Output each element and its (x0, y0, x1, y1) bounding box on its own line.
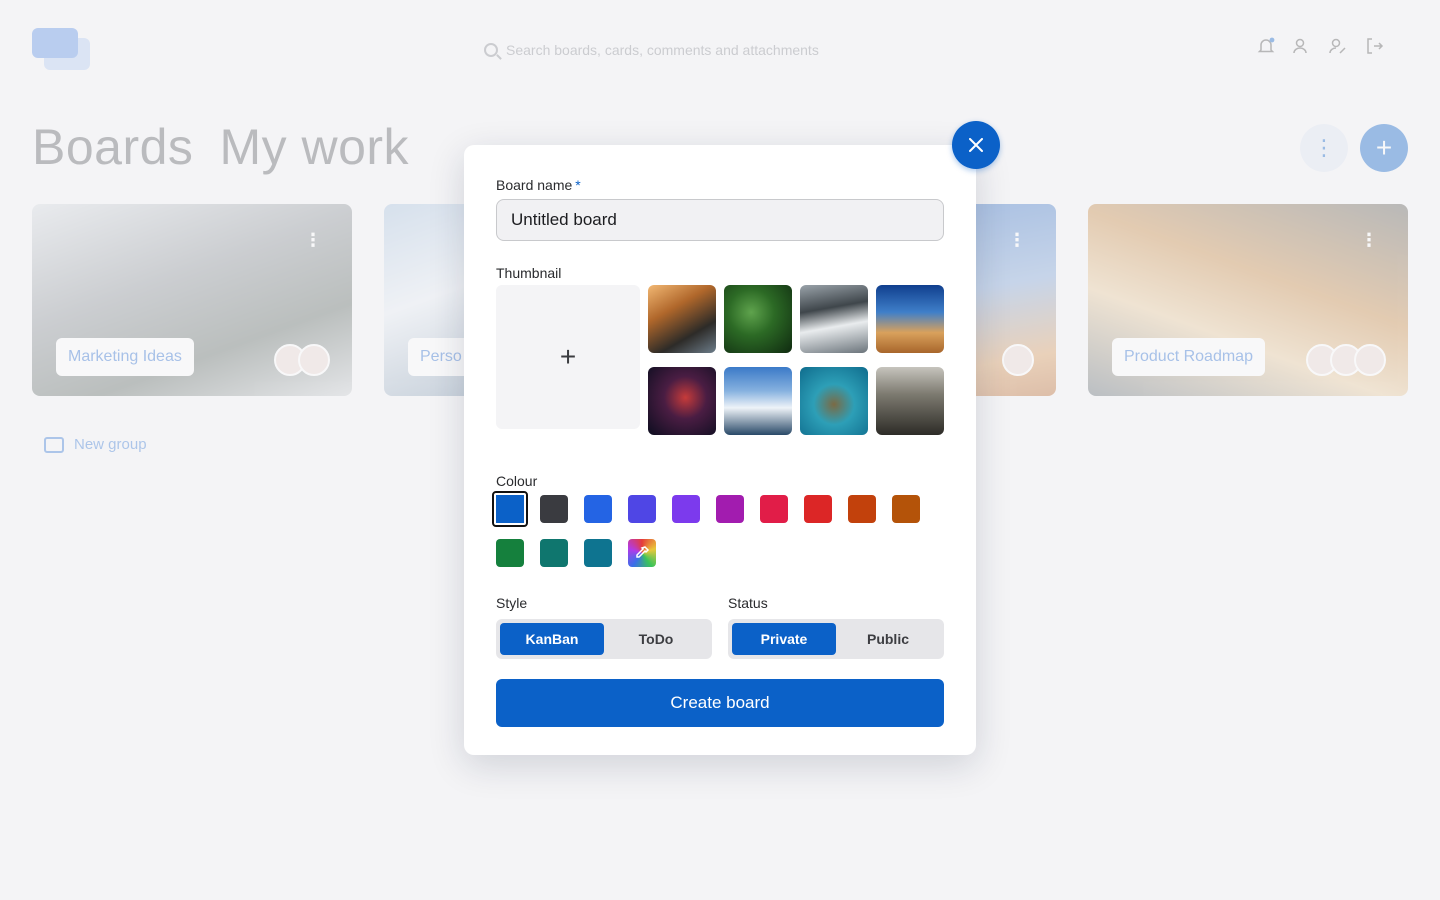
bell-icon[interactable] (1256, 36, 1276, 56)
style-label: Style (496, 595, 528, 611)
board-card-label: Product Roadmap (1112, 338, 1265, 376)
colour-swatch-amber[interactable] (892, 495, 920, 523)
new-group-label: New group (74, 436, 147, 453)
colour-swatch-orange[interactable] (848, 495, 876, 523)
upload-thumbnail-button[interactable]: + (496, 285, 640, 429)
style-kanban-option[interactable]: KanBan (500, 623, 604, 655)
member-avatars (1306, 344, 1386, 376)
logout-icon[interactable] (1364, 36, 1384, 56)
colour-swatch-red[interactable] (804, 495, 832, 523)
header-actions (1256, 36, 1384, 56)
avatar (1354, 344, 1386, 376)
colour-swatch-royal-blue[interactable] (584, 495, 612, 523)
tab-boards[interactable]: Boards (32, 118, 193, 176)
colour-swatch-rose[interactable] (760, 495, 788, 523)
colour-label: Colour (496, 473, 538, 489)
app-logo[interactable] (32, 28, 92, 72)
add-board-button[interactable]: + (1360, 124, 1408, 172)
thumbnail-label: Thumbnail (496, 265, 562, 281)
user-edit-icon[interactable] (1328, 36, 1348, 56)
folder-plus-icon (44, 436, 64, 453)
colour-swatch-cyan[interactable] (584, 539, 612, 567)
thumbnail-sea-cliffs[interactable] (648, 285, 716, 353)
colour-swatch-purple[interactable] (716, 495, 744, 523)
create-board-dialog: Board name* Thumbnail + Colour Style Kan… (464, 145, 976, 755)
create-board-button[interactable]: Create board (496, 679, 944, 727)
colour-swatch-green[interactable] (496, 539, 524, 567)
colour-swatch-blue[interactable] (492, 491, 528, 527)
thumbnail-mountain-clouds[interactable] (800, 285, 868, 353)
thumbnail-galaxy[interactable] (648, 367, 716, 435)
status-group: Status Private Public (728, 595, 944, 659)
options-row: Style KanBan ToDo Status Private Public (496, 595, 944, 659)
colour-swatches (492, 491, 936, 567)
thumbnail-picker: + (496, 285, 944, 435)
thumbnail-desert-dunes[interactable] (876, 285, 944, 353)
close-dialog-button[interactable] (952, 121, 1000, 169)
custom-colour-picker[interactable] (628, 539, 656, 567)
search-icon (484, 43, 498, 57)
status-private-option[interactable]: Private (732, 623, 836, 655)
thumbnail-misty-forest[interactable] (876, 367, 944, 435)
more-options-button[interactable]: ⋮ (1300, 124, 1348, 172)
status-public-option[interactable]: Public (836, 623, 940, 655)
board-card[interactable]: ⋮ Marketing Ideas (32, 204, 352, 396)
new-group-button[interactable]: New group (44, 436, 147, 453)
plus-icon: + (559, 341, 577, 372)
colour-swatch-teal[interactable] (540, 539, 568, 567)
avatar (298, 344, 330, 376)
global-search[interactable]: Search boards, cards, comments and attac… (470, 28, 970, 72)
close-icon (969, 138, 983, 152)
colour-swatch-violet[interactable] (672, 495, 700, 523)
style-todo-option[interactable]: ToDo (604, 623, 708, 655)
colour-swatch-indigo[interactable] (628, 495, 656, 523)
member-avatars (1002, 344, 1034, 376)
avatar (1002, 344, 1034, 376)
card-menu-icon[interactable]: ⋮ (1360, 230, 1378, 251)
required-mark: * (575, 177, 581, 193)
colour-swatch-charcoal[interactable] (540, 495, 568, 523)
thumbnail-snowy-mountain[interactable] (724, 367, 792, 435)
card-menu-icon[interactable]: ⋮ (304, 230, 322, 251)
board-name-label: Board name * (496, 177, 581, 193)
tab-my-work[interactable]: My work (219, 118, 409, 176)
status-label: Status (728, 595, 768, 611)
board-name-input[interactable] (496, 199, 944, 241)
style-group: Style KanBan ToDo (496, 595, 712, 659)
member-avatars (274, 344, 330, 376)
style-toggle: KanBan ToDo (496, 619, 712, 659)
board-card[interactable]: ⋮ Product Roadmap (1088, 204, 1408, 396)
page-title: Boards My work (32, 118, 409, 176)
eyedropper-icon (636, 546, 650, 558)
card-menu-icon[interactable]: ⋮ (1008, 230, 1026, 251)
thumbnail-sea-turtle[interactable] (800, 367, 868, 435)
users-icon[interactable] (1292, 36, 1312, 56)
board-card-label: Marketing Ideas (56, 338, 194, 376)
thumbnail-green-leaf[interactable] (724, 285, 792, 353)
search-placeholder: Search boards, cards, comments and attac… (506, 42, 819, 58)
thumbnail-grid (648, 285, 944, 435)
status-toggle: Private Public (728, 619, 944, 659)
